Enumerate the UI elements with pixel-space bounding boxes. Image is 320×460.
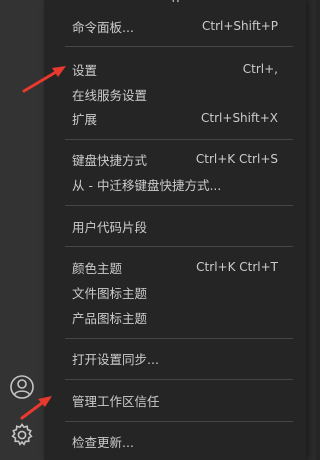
menu-separator xyxy=(65,205,293,206)
menu-separator xyxy=(65,46,293,47)
menu-item-label: 在线服务设置 xyxy=(72,87,148,103)
menu-item-label: 管理工作区信任 xyxy=(72,393,160,409)
menu-item-command-palette[interactable]: 命令面板... Ctrl+Shift+P xyxy=(44,14,306,38)
menu-item-label: 产品图标主题 xyxy=(72,310,148,326)
gear-icon[interactable] xyxy=(8,421,36,449)
menu-item-user-snippets[interactable]: 用户代码片段 xyxy=(44,214,306,238)
menu-item-check-updates[interactable]: 检查更新... xyxy=(44,429,306,453)
menu-item-extensions[interactable]: 扩展 Ctrl+Shift+X xyxy=(44,106,306,130)
menu-separator xyxy=(65,421,293,422)
menu-item-shortcut: Ctrl+Shift+P xyxy=(202,19,278,33)
menu-item-file-icon-theme[interactable]: 文件图标主题 xyxy=(44,280,306,304)
menu-separator xyxy=(65,139,293,140)
menu-separator xyxy=(65,246,293,247)
menu-item-keyboard-shortcuts[interactable]: 键盘快捷方式 Ctrl+K Ctrl+S xyxy=(44,147,306,171)
menu-separator xyxy=(65,379,293,380)
menu-item-label: 打开设置同步... xyxy=(72,351,159,367)
menu-item-settings-sync[interactable]: 打开设置同步... xyxy=(44,346,306,370)
annotation-arrow-gear xyxy=(20,396,52,420)
editor-background xyxy=(306,0,316,460)
menu-item-label: 从 - 中迁移键盘快捷方式... xyxy=(72,177,222,193)
menu-item-online-services[interactable]: 在线服务设置 xyxy=(44,82,306,106)
menu-item-settings[interactable]: 设置 Ctrl+, xyxy=(44,57,306,81)
annotation-arrow-settings xyxy=(22,66,66,93)
menu-item-color-theme[interactable]: 颜色主题 Ctrl+K Ctrl+T xyxy=(44,255,306,279)
menu-separator xyxy=(65,338,293,339)
menu-item-shortcut: Ctrl+K Ctrl+S xyxy=(195,152,278,166)
menu-item-shortcut: Ctrl+Shift+X xyxy=(201,111,278,125)
menu-item-shortcut: Ctrl+, xyxy=(242,62,278,76)
clipped-menu-text: g xyxy=(172,0,180,2)
menu-item-label: 用户代码片段 xyxy=(72,219,148,235)
menu-item-migrate-keybindings[interactable]: 从 - 中迁移键盘快捷方式... xyxy=(44,172,306,196)
menu-item-label: 检查更新... xyxy=(72,434,134,450)
menu-item-label: 命令面板... xyxy=(72,19,134,35)
menu-item-label: 键盘快捷方式 xyxy=(72,152,148,168)
menu-item-workspace-trust[interactable]: 管理工作区信任 xyxy=(44,388,306,412)
menu-item-product-icon-theme[interactable]: 产品图标主题 xyxy=(44,305,306,329)
menu-item-label: 文件图标主题 xyxy=(72,285,148,301)
manage-menu: g 命令面板... Ctrl+Shift+P 设置 Ctrl+, 在线服务设置 … xyxy=(44,0,306,460)
menu-item-label: 颜色主题 xyxy=(72,260,123,276)
menu-item-label: 扩展 xyxy=(72,111,98,127)
menu-item-shortcut: Ctrl+K Ctrl+T xyxy=(196,260,278,274)
menu-item-label: 设置 xyxy=(72,62,98,78)
